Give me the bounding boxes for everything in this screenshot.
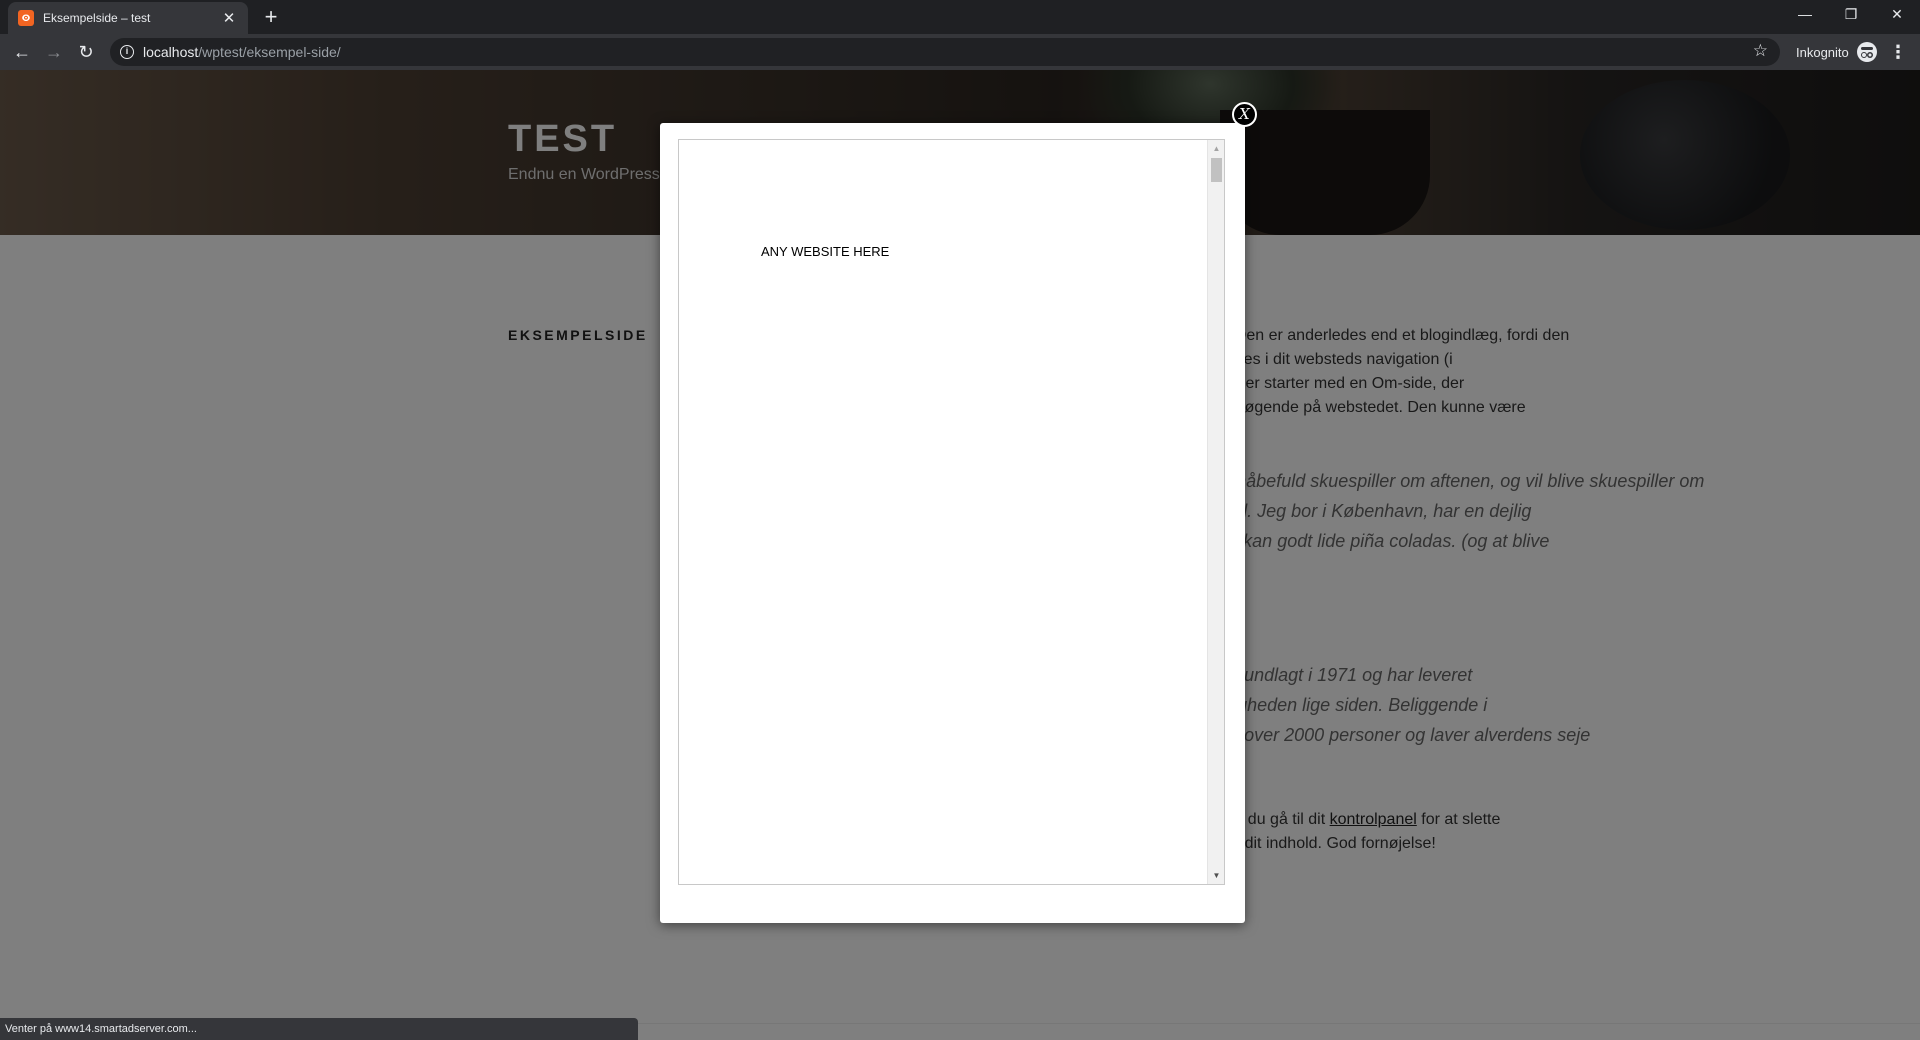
tab-active[interactable]: ⵙ Eksempelside – test ✕ bbox=[8, 2, 248, 34]
restore-icon[interactable]: ❐ bbox=[1828, 0, 1874, 30]
forward-icon[interactable]: → bbox=[40, 38, 68, 66]
status-bubble: Venter på www14.smartadserver.com... bbox=[0, 1018, 638, 1040]
scroll-up-icon[interactable]: ▲ bbox=[1208, 140, 1225, 157]
tab-strip: ⵙ Eksempelside – test ✕ + — ❐ ✕ bbox=[0, 0, 1920, 34]
address-bar[interactable]: i localhost /wptest/eksempel-side/ ☆ bbox=[110, 38, 1780, 66]
iframe-scrollbar[interactable]: ▲ ▼ bbox=[1207, 140, 1224, 884]
tab-close-icon[interactable]: ✕ bbox=[220, 9, 238, 27]
incognito-icon bbox=[1856, 42, 1877, 62]
reload-icon[interactable]: ↻ bbox=[72, 38, 100, 66]
incognito-label: Inkognito bbox=[1796, 44, 1849, 60]
bookmark-star-icon[interactable]: ☆ bbox=[1753, 41, 1768, 61]
scroll-thumb[interactable] bbox=[1211, 158, 1222, 182]
browser-toolbar: ← → ↻ i localhost /wptest/eksempel-side/… bbox=[0, 34, 1920, 70]
scroll-down-icon[interactable]: ▼ bbox=[1208, 867, 1225, 884]
back-icon[interactable]: ← bbox=[8, 38, 36, 66]
url-host: localhost bbox=[143, 44, 199, 60]
new-tab-button[interactable]: + bbox=[258, 4, 284, 30]
incognito-indicator[interactable]: Inkognito bbox=[1796, 38, 1877, 66]
window-controls: — ❐ ✕ bbox=[1782, 0, 1920, 30]
page-viewport: TEST Endnu en WordPress-webside EKSEMPEL… bbox=[0, 70, 1920, 1040]
iframe-placeholder-text: ANY WEBSITE HERE bbox=[761, 244, 890, 259]
menu-icon[interactable]: ⋮ bbox=[1886, 38, 1910, 66]
window-close-icon[interactable]: ✕ bbox=[1874, 0, 1920, 30]
embedded-iframe[interactable]: ANY WEBSITE HERE ▲ ▼ bbox=[678, 139, 1225, 885]
xampp-icon: ⵙ bbox=[18, 10, 34, 26]
tab-title: Eksempelside – test bbox=[43, 11, 151, 25]
url-path: /wptest/eksempel-side/ bbox=[198, 44, 341, 60]
minimize-icon[interactable]: — bbox=[1782, 0, 1828, 30]
modal-close-icon[interactable]: X bbox=[1232, 102, 1257, 127]
info-icon[interactable]: i bbox=[120, 45, 134, 59]
modal-dialog: ANY WEBSITE HERE ▲ ▼ bbox=[660, 123, 1245, 923]
